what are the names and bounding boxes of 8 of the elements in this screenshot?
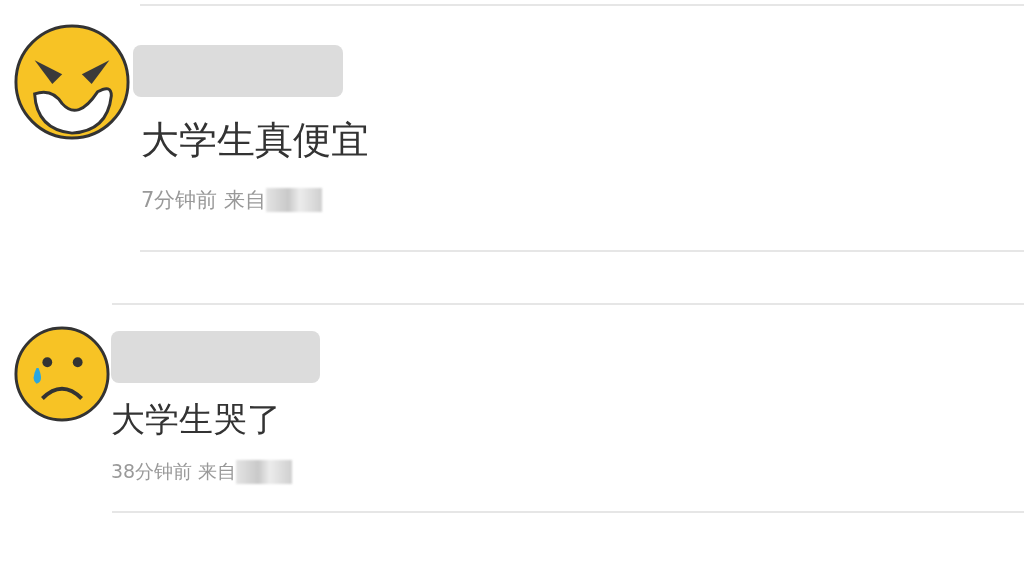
comment-text: 大学生哭了 (111, 398, 282, 441)
redacted-location (236, 460, 293, 484)
redacted-location (266, 188, 323, 212)
angry-face-icon (13, 23, 131, 141)
crying-face-icon (13, 325, 111, 423)
comment-meta: 38分钟前 来自 (111, 459, 237, 484)
comment-text: 大学生真便宜 (141, 117, 369, 164)
comment-meta: 7分钟前 来自 (141, 187, 267, 214)
